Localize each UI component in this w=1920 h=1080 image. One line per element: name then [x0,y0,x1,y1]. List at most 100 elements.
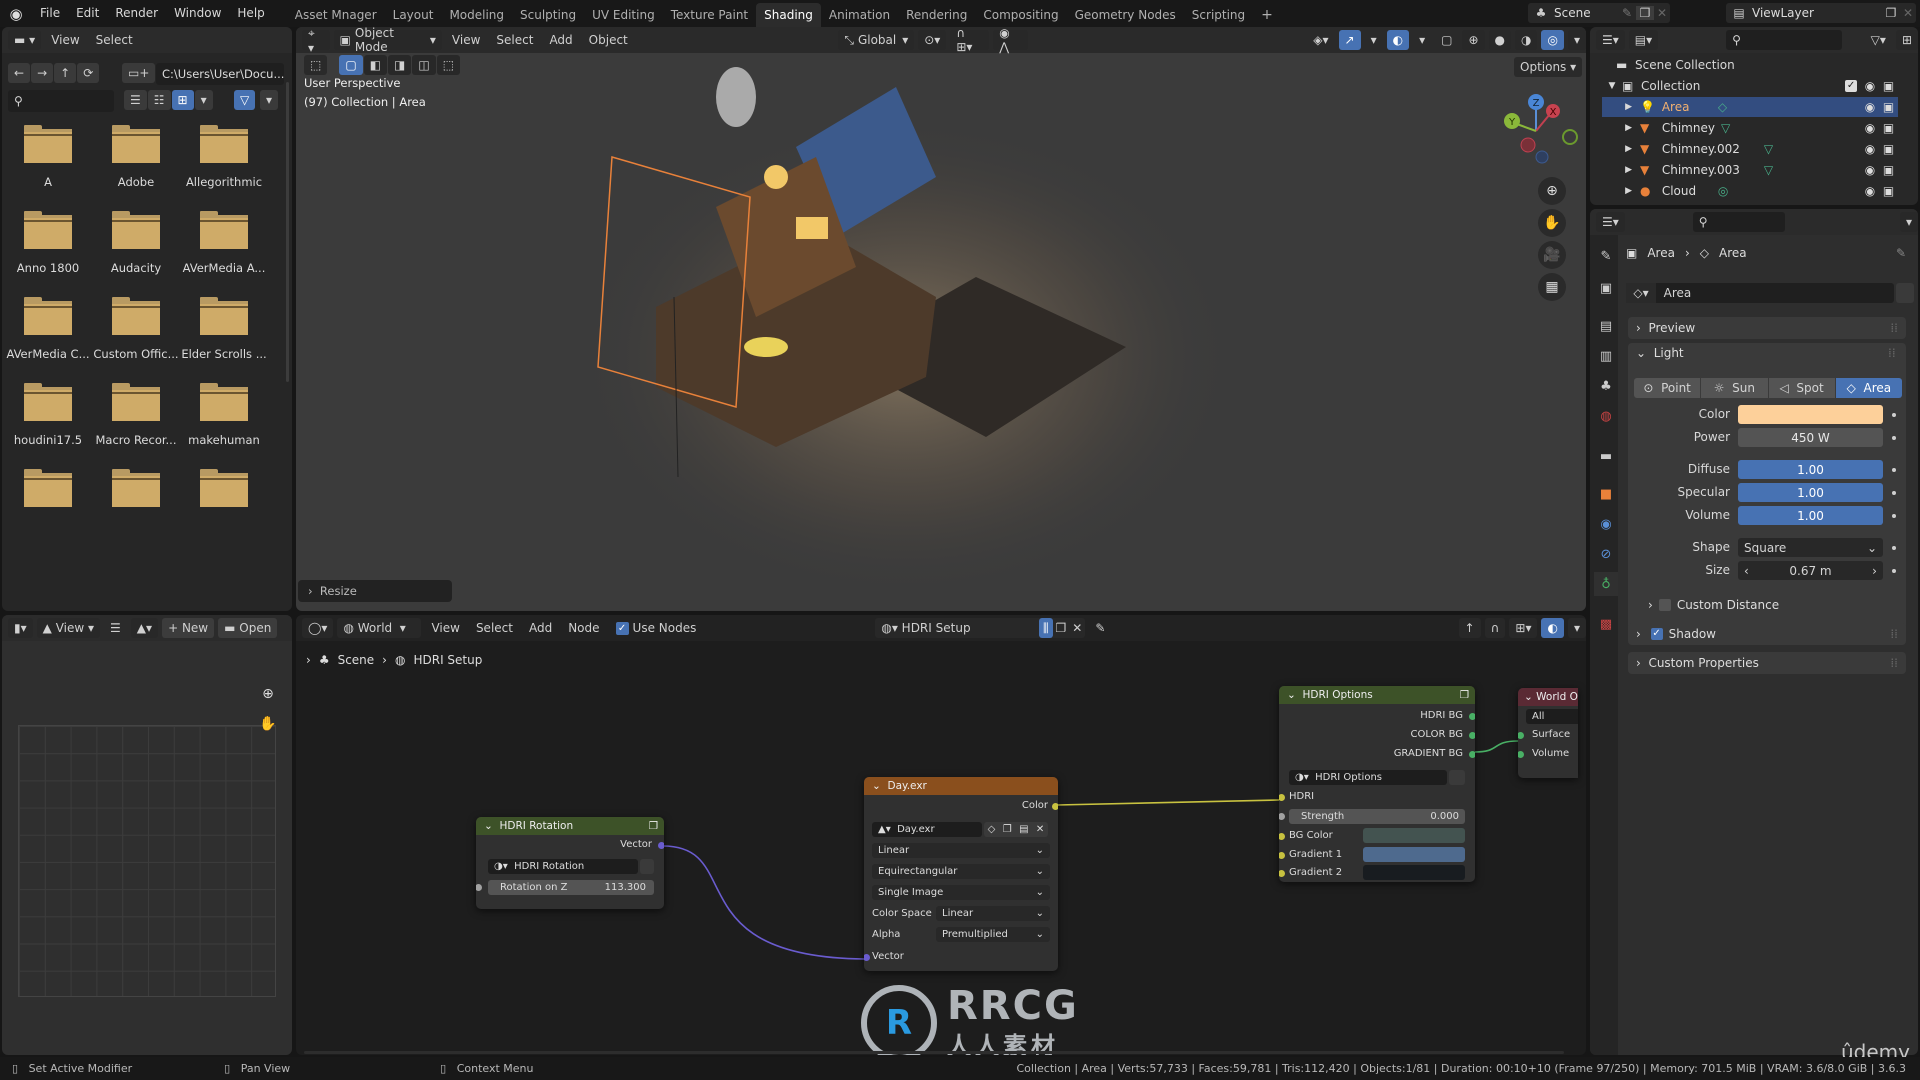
folder-label[interactable]: Adobe [92,175,180,189]
gradient2-swatch[interactable] [1363,865,1465,880]
tab-geometry-nodes[interactable]: Geometry Nodes [1067,3,1184,27]
options-dropdown-icon[interactable]: ▾ [1899,212,1918,232]
folder-icon[interactable] [200,211,248,251]
menu-render[interactable]: Render [107,0,166,27]
fake-user-shield-icon[interactable] [1449,770,1465,785]
alpha-dropdown[interactable]: Premultiplied ⌄ [936,927,1050,942]
gradient1-swatch[interactable] [1363,847,1465,862]
menu-hamburger-icon[interactable]: ☰ [104,618,127,638]
node-header[interactable]: ⌄ World Output [1518,688,1578,706]
close-icon[interactable]: ✕ [1654,6,1670,20]
open-image-button[interactable]: ▬ Open [218,618,278,638]
back-arrow-icon[interactable]: ← [8,63,31,83]
folder-label[interactable]: AVerMedia A... [180,261,268,275]
keyframe-dot[interactable] [1892,491,1896,495]
visibility-eye-icon[interactable]: ◉ [1865,121,1875,135]
scene-selector[interactable]: ♣ Scene ✎ ❐ ✕ [1528,3,1670,23]
view-dropdown[interactable]: ▲ View ▾ [36,618,101,638]
refresh-icon[interactable]: ⟳ [77,63,100,83]
keyframe-dot[interactable] [1892,468,1896,472]
socket-gradient-bg-out[interactable] [1469,751,1475,758]
socket-vector-in[interactable] [864,954,870,961]
render-camera-icon[interactable]: ▣ [1883,142,1894,156]
tab-animation[interactable]: Animation [821,3,898,27]
exclude-checkbox[interactable]: ✓ [1845,80,1858,92]
socket-bg-color-in[interactable] [1279,833,1285,840]
view-layer-selector[interactable]: ▤ ViewLayer ❐ ✕ [1726,3,1916,23]
drag-handle-icon[interactable]: ⁞⁞ [1890,321,1898,335]
tab-texture-icon[interactable]: ▩ [1594,612,1618,636]
tab-scripting[interactable]: Scripting [1184,3,1253,27]
render-camera-icon[interactable]: ▣ [1883,121,1894,135]
source-dropdown[interactable]: Single Image ⌄ [872,885,1050,900]
projection-dropdown[interactable]: Equirectangular ⌄ [872,864,1050,879]
fake-user-shield-icon[interactable] [640,859,654,874]
socket-strength-in[interactable] [1279,813,1285,820]
metaball-data-icon[interactable]: ◎ [1718,184,1728,198]
gizmo-neg-y[interactable] [1562,129,1578,145]
custom-distance-checkbox[interactable] [1658,599,1671,611]
expand-arrow-icon[interactable]: ▶ [1602,165,1640,175]
light-datablock-selector[interactable]: ◇▾ Area [1626,283,1894,303]
tab-rendering[interactable]: Rendering [898,3,975,27]
tab-sculpting[interactable]: Sculpting [512,3,584,27]
display-mode-button[interactable]: ▤▾ [1628,30,1659,50]
tab-output-icon[interactable]: ▤ [1594,314,1618,338]
preview-section-header[interactable]: › Preview ⁞⁞ [1628,317,1906,339]
filter-icon[interactable]: ▽ [234,90,256,110]
outliner-item[interactable]: ▶ ● Cloud ◎ ◉ ▣ [1602,181,1898,201]
blender-logo-icon[interactable]: ◉ [0,0,32,27]
tab-compositing[interactable]: Compositing [975,3,1066,27]
uv-grid[interactable] [18,725,276,997]
tab-constraints-icon[interactable]: ⊘ [1594,542,1618,566]
visibility-eye-icon[interactable]: ◉ [1865,184,1875,198]
expand-arrow-icon[interactable]: ▶ [1602,123,1640,133]
folder-icon[interactable] [24,469,72,509]
list-horizontal-icon[interactable]: ☷ [147,90,171,110]
folder-label[interactable]: Audacity [92,261,180,275]
shader-node-editor[interactable]: ◯▾ ◍ World ▾ View Select Add Node ✓ Use N… [296,615,1586,1055]
render-camera-icon[interactable]: ▣ [1883,100,1894,114]
menu-edit[interactable]: Edit [68,0,107,27]
size-field[interactable]: ‹ 0.67 m › [1738,561,1883,580]
mesh-data-icon[interactable]: ▽ [1764,163,1773,177]
editor-type-button[interactable]: ☰▾ [1596,212,1625,232]
mesh-data-icon[interactable]: ▽ [1721,121,1730,135]
folder-icon[interactable] [200,125,248,165]
area-light-icon[interactable]: ◇▾ [1626,283,1656,303]
pin-icon[interactable]: ✎ [1896,246,1906,260]
light-type-spot[interactable]: ◁ Spot [1768,378,1835,398]
folder-icon[interactable] [24,125,72,165]
folder-label[interactable]: Custom Offic... [92,347,180,361]
properties-search-input[interactable]: ⚲ [1692,212,1785,232]
socket-rotation-in[interactable] [476,884,482,891]
outliner-item[interactable]: ▶ 💡 Area ◇ ◉ ▣ [1602,97,1898,117]
folder-label[interactable]: AVerMedia C... [4,347,92,361]
editor-type-button[interactable]: ▬ ▾ [8,30,42,50]
outliner-scene-collection[interactable]: ▬ Scene Collection [1602,55,1898,75]
keyframe-dot[interactable] [1892,436,1896,440]
menu-view[interactable]: View [45,30,85,50]
socket-surface-in[interactable] [1518,732,1524,739]
mesh-data-icon[interactable]: ▽ [1764,142,1773,156]
folder-label[interactable]: Anno 1800 [4,261,92,275]
folder-label[interactable]: Macro Recor... [92,433,180,447]
tab-light-data-icon[interactable]: ♁ [1594,572,1618,596]
node-header[interactable]: ⌄ HDRI Rotation ❐ [476,817,664,835]
pan-hand-icon[interactable]: ✋ [1538,209,1566,237]
custom-distance-row[interactable]: › Custom Distance [1648,598,1779,612]
forward-arrow-icon[interactable]: → [31,63,54,83]
gizmo-neg-x[interactable] [1520,137,1536,153]
keyframe-dot[interactable] [1892,546,1896,550]
tab-collection-icon[interactable]: ▬ [1594,444,1618,468]
close-icon[interactable]: ✕ [1036,824,1044,835]
image-browse-icon[interactable]: ▲▾ [130,618,159,638]
folder-icon[interactable] [112,297,160,337]
outliner-item[interactable]: ▶ ▼ Chimney.002 ▽ ◉ ▣ [1602,139,1898,159]
socket-gradient2-in[interactable] [1279,870,1285,877]
zoom-view-icon[interactable]: ⊕ [254,680,282,708]
interpolation-dropdown[interactable]: Linear ⌄ [872,843,1050,858]
parent-dir-icon[interactable]: ↑ [54,63,77,83]
folder-icon[interactable] [112,211,160,251]
visibility-eye-icon[interactable]: ◉ [1865,79,1875,93]
